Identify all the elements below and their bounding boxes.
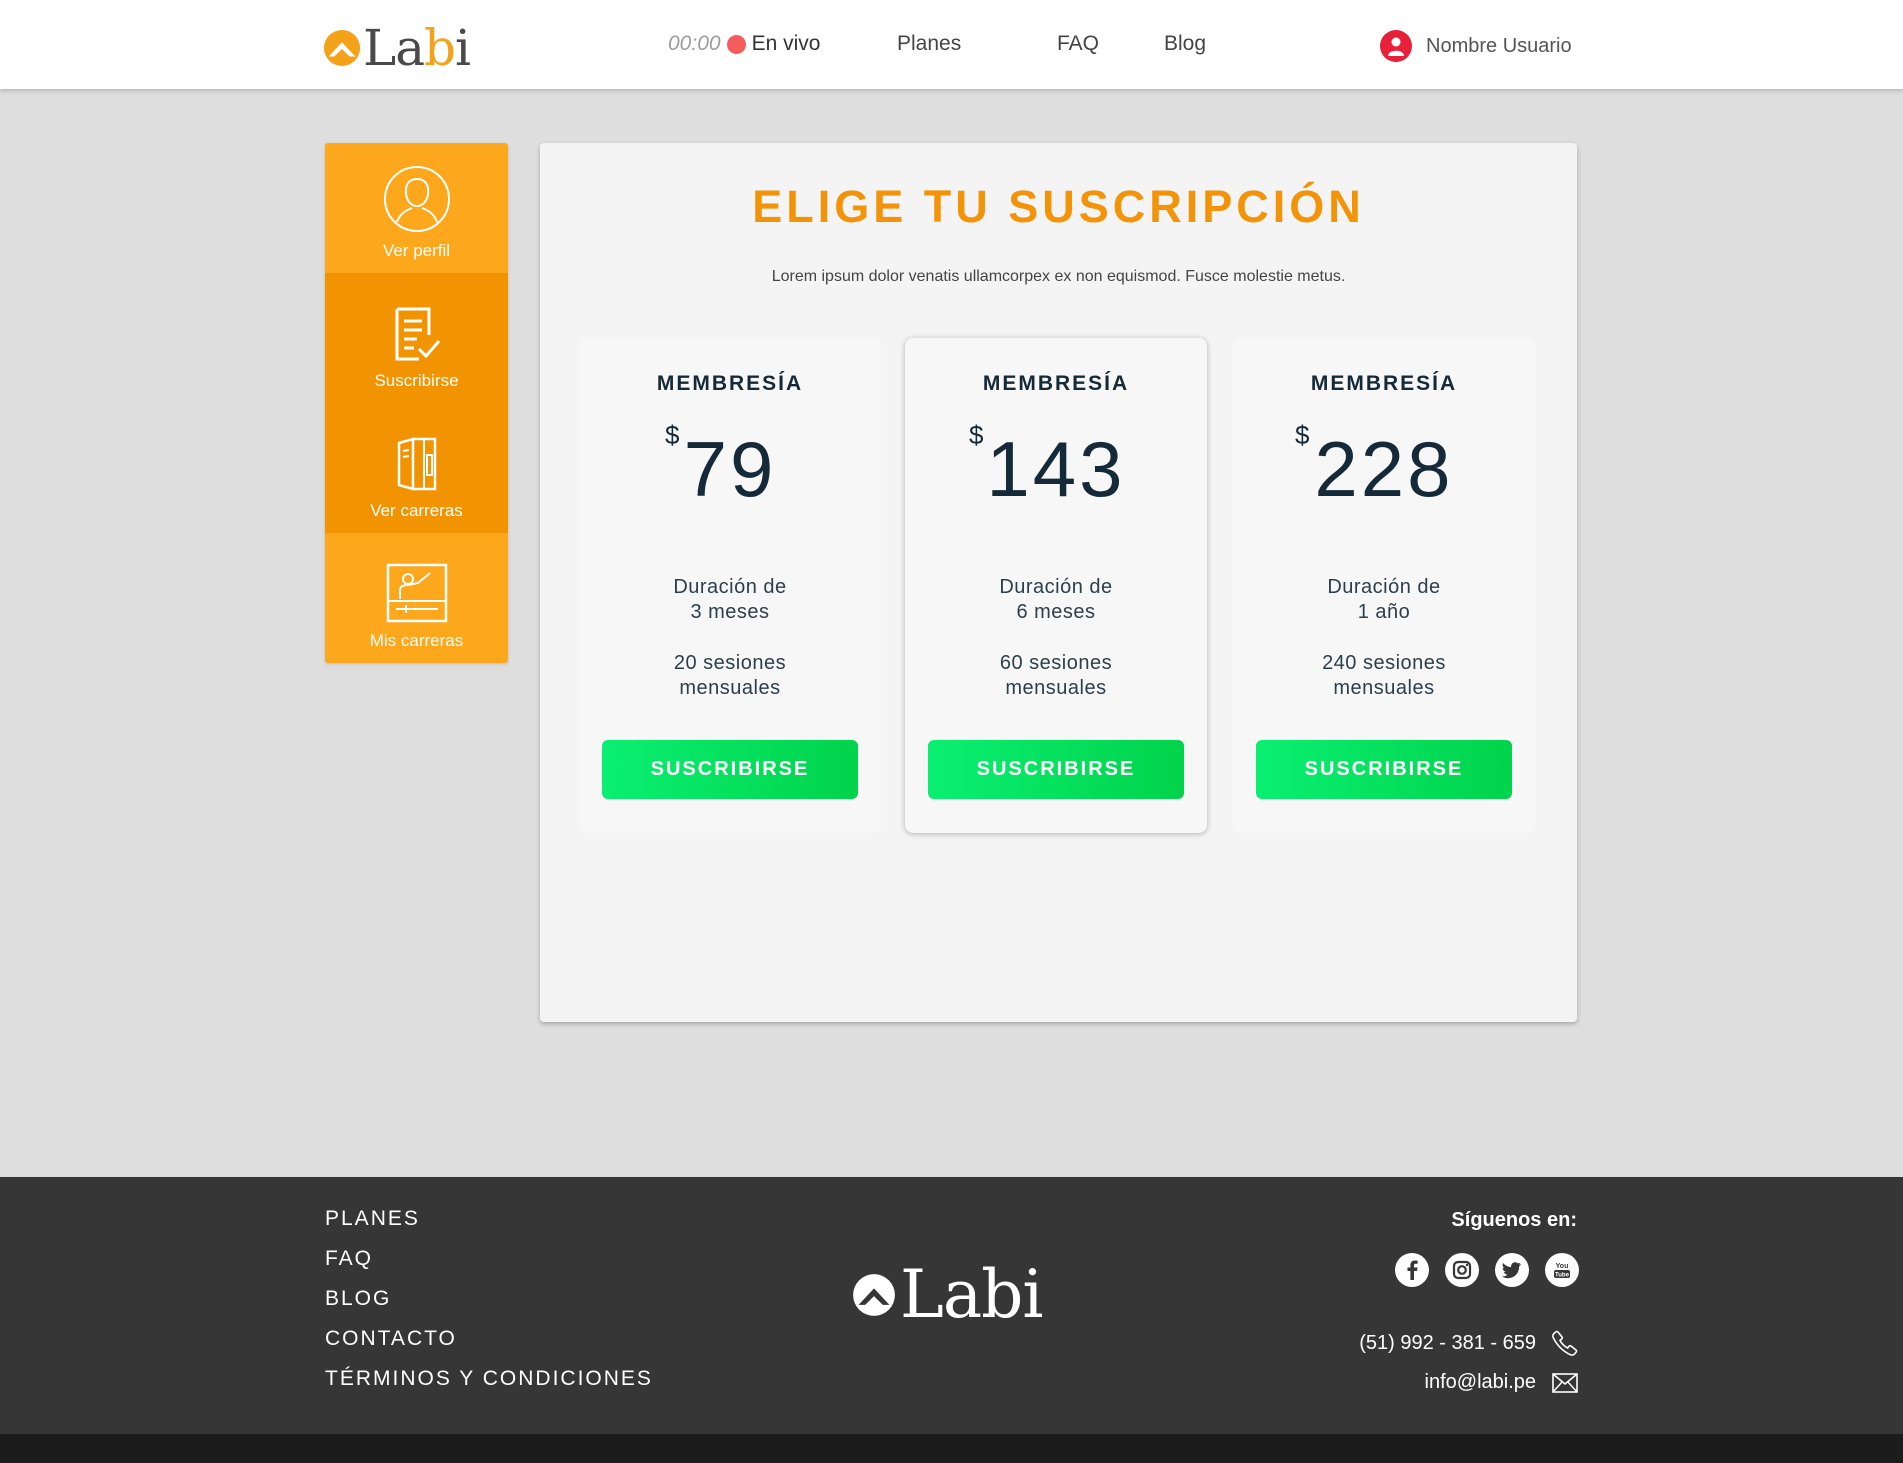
- footer-link-faq[interactable]: FAQ: [325, 1247, 373, 1270]
- footer-link-item: FAQ: [325, 1247, 653, 1287]
- subscription-panel: ELIGE TU SUSCRIPCIÓN Lorem ipsum dolor v…: [540, 143, 1577, 1022]
- plan-duration-line: Duración de: [999, 576, 1113, 598]
- nav-planes-link[interactable]: Planes: [897, 32, 961, 56]
- sidebar-item-label: Ver carreras: [370, 501, 463, 520]
- logo-text: Labi: [363, 19, 471, 77]
- nav-blog-link[interactable]: Blog: [1164, 32, 1206, 56]
- sidebar-item-mis-carreras[interactable]: Mis carreras: [325, 533, 508, 663]
- page-title: ELIGE TU SUSCRIPCIÓN: [752, 181, 1365, 232]
- live-timer: 00:00: [668, 32, 721, 55]
- sidebar-item-label: Mis carreras: [369, 631, 464, 650]
- instagram-icon[interactable]: [1445, 1253, 1479, 1287]
- plan-sessions: 60 sesiones mensuales: [905, 651, 1207, 701]
- top-header: Labi 00:00 En vivo Planes FAQ Blog Nombr…: [0, 0, 1903, 89]
- plan-duration-value: 6 meses: [1016, 601, 1096, 623]
- svg-text:Tube: Tube: [1555, 1272, 1570, 1278]
- labi-logo[interactable]: Labi: [323, 18, 471, 78]
- plan-sessions: 20 sesiones mensuales: [579, 651, 881, 701]
- sidebar-item-ver-carreras[interactable]: Ver carreras: [325, 403, 508, 533]
- footer-link-planes[interactable]: PLANES: [325, 1207, 420, 1230]
- footer-link-terminos[interactable]: TÉRMINOS Y CONDICIONES: [325, 1367, 653, 1390]
- document-check-icon: [395, 307, 440, 361]
- footer-links: PLANES FAQ BLOG CONTACTO TÉRMINOS Y COND…: [325, 1207, 653, 1407]
- svg-text:You: You: [1556, 1263, 1569, 1270]
- plan-card-1-year: MEMBRESÍA $ 228 Duración de 1 año 240 se…: [1233, 338, 1535, 833]
- live-indicator[interactable]: 00:00 En vivo: [668, 32, 820, 56]
- price-value: 79: [683, 425, 777, 513]
- footer-link-item: CONTACTO: [325, 1327, 653, 1367]
- email-link[interactable]: info@labi.pe: [1425, 1371, 1536, 1394]
- phone-icon: [1552, 1330, 1578, 1356]
- sidebar-item-suscribirse[interactable]: Suscribirse: [325, 273, 508, 403]
- plan-sessions-period: mensuales: [1005, 677, 1107, 699]
- price-value: 228: [1314, 425, 1454, 513]
- nav-faq-link[interactable]: FAQ: [1057, 32, 1099, 56]
- page-footer: PLANES FAQ BLOG CONTACTO TÉRMINOS Y COND…: [0, 1177, 1903, 1434]
- footer-link-contacto[interactable]: CONTACTO: [325, 1327, 457, 1350]
- plan-duration: Duración de 6 meses: [905, 575, 1207, 625]
- youtube-icon[interactable]: You Tube: [1545, 1253, 1579, 1287]
- plan-duration-line: Duración de: [1327, 576, 1441, 598]
- labi-logo-mark-icon: [853, 1274, 895, 1316]
- footer-logo-text: Labi: [900, 1256, 1044, 1333]
- plan-duration: Duración de 1 año: [1233, 575, 1535, 625]
- plan-card-6-months: MEMBRESÍA $ 143 Duración de 6 meses 60 s…: [905, 338, 1207, 833]
- sidebar-item-label: Ver perfil: [382, 241, 451, 260]
- live-dot-icon: [726, 34, 746, 54]
- plan-duration-line: Duración de: [673, 576, 787, 598]
- price-value: 143: [986, 425, 1126, 513]
- contact-phone[interactable]: (51) 992 - 381 - 659: [1359, 1330, 1578, 1356]
- phone-number: (51) 992 - 381 - 659: [1359, 1331, 1536, 1354]
- plan-sessions: 240 sesiones mensuales: [1233, 651, 1535, 701]
- footer-link-blog[interactable]: BLOG: [325, 1287, 391, 1310]
- twitter-icon[interactable]: [1495, 1253, 1529, 1287]
- user-avatar-icon: [1380, 30, 1412, 62]
- brochure-icon: [397, 437, 436, 491]
- user-menu[interactable]: Nombre Usuario: [1380, 30, 1572, 62]
- plan-name: MEMBRESÍA: [982, 372, 1130, 395]
- plan-sessions-period: mensuales: [679, 677, 781, 699]
- contact-email[interactable]: info@labi.pe: [1425, 1371, 1578, 1394]
- classroom-board-icon: [386, 563, 447, 623]
- footer-bottom-bar: [0, 1434, 1903, 1463]
- plan-sessions-period: mensuales: [1333, 677, 1435, 699]
- labi-logo-mark-icon: [323, 29, 361, 67]
- plan-price: $ 143: [905, 416, 1207, 516]
- sidebar-item-label: Suscribirse: [374, 371, 459, 390]
- side-menu: Ver perfil Suscribirse Ver carreras Mis …: [325, 143, 508, 663]
- page-subtitle: Lorem ipsum dolor venatis ullamcorpex ex…: [771, 268, 1346, 285]
- subscribe-button-1-year[interactable]: SUSCRIBIRSE: [1256, 740, 1512, 799]
- footer-link-item: PLANES: [325, 1207, 653, 1247]
- follow-label: Síguenos en:: [1451, 1209, 1577, 1231]
- subscribe-button-6-months[interactable]: SUSCRIBIRSE: [928, 740, 1184, 799]
- plan-duration-value: 3 meses: [690, 601, 770, 623]
- user-name: Nombre Usuario: [1426, 34, 1572, 57]
- footer-logo[interactable]: Labi: [852, 1256, 1044, 1333]
- social-links: You Tube: [1395, 1253, 1579, 1287]
- plan-price: $ 228: [1233, 416, 1535, 516]
- footer-link-item: BLOG: [325, 1287, 653, 1327]
- plan-name: MEMBRESÍA: [656, 372, 804, 395]
- plan-card-3-months: MEMBRESÍA $ 79 Duración de 3 meses 20 se…: [579, 338, 881, 833]
- plan-duration-value: 1 año: [1357, 601, 1411, 623]
- plan-price: $ 79: [579, 416, 881, 516]
- subscribe-button-3-months[interactable]: SUSCRIBIRSE: [602, 740, 858, 799]
- plan-name: MEMBRESÍA: [1310, 372, 1458, 395]
- envelope-icon: [1552, 1372, 1578, 1393]
- plan-sessions-count: 20 sesiones: [673, 652, 787, 674]
- plan-duration: Duración de 3 meses: [579, 575, 881, 625]
- plan-sessions-count: 60 sesiones: [999, 652, 1113, 674]
- footer-link-item: TÉRMINOS Y CONDICIONES: [325, 1367, 653, 1407]
- live-label: En vivo: [751, 32, 821, 55]
- sidebar-item-ver-perfil[interactable]: Ver perfil: [325, 143, 508, 273]
- user-circle-icon: [383, 166, 450, 232]
- facebook-icon[interactable]: [1395, 1253, 1429, 1287]
- plan-sessions-count: 240 sesiones: [1322, 652, 1446, 674]
